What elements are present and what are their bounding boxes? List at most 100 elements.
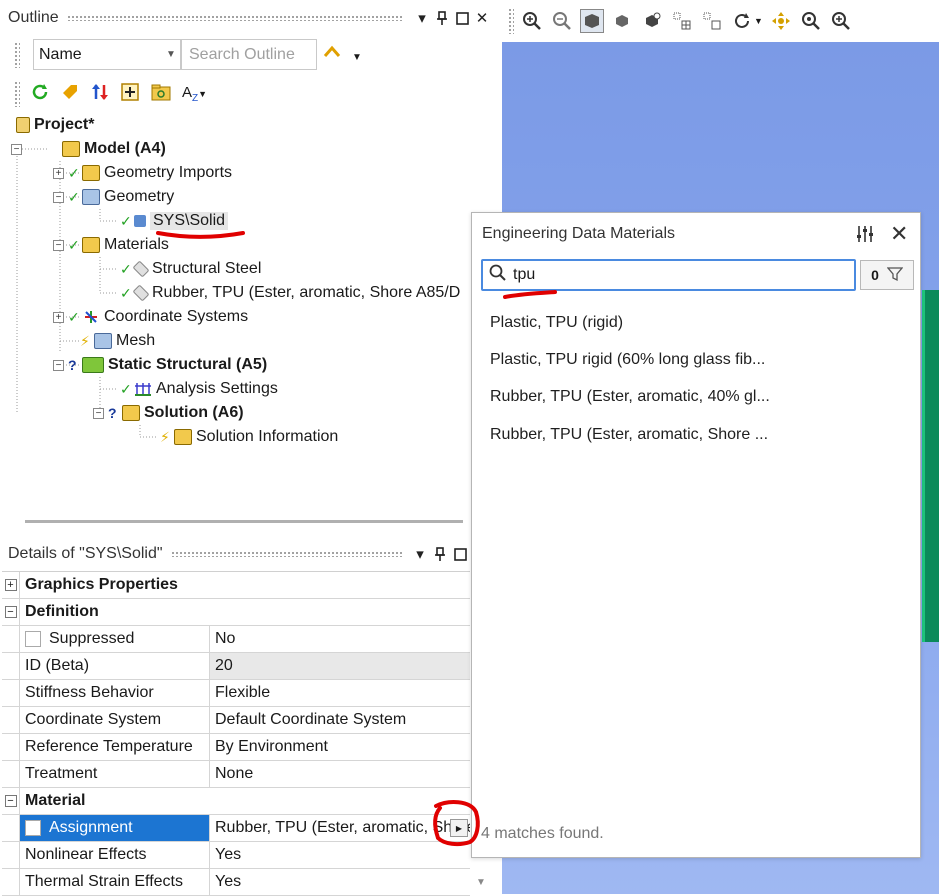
- tree-item-geometry[interactable]: − ✓ Geometry: [53, 185, 174, 209]
- detail-row-stiffness-behavior[interactable]: Stiffness Behavior Flexible: [2, 680, 470, 707]
- maximize-icon[interactable]: [452, 8, 472, 28]
- tree-item-project[interactable]: Project*: [14, 113, 94, 137]
- popup-title: Engineering Data Materials: [482, 225, 675, 242]
- collapse-toggle[interactable]: −: [2, 599, 20, 625]
- detail-value[interactable]: By Environment: [210, 734, 470, 760]
- expand-toggle[interactable]: +: [53, 167, 64, 179]
- wireframe-box-icon[interactable]: [580, 9, 604, 33]
- detail-key: Thermal Strain Effects: [20, 869, 210, 895]
- assignment-checkbox[interactable]: [25, 820, 41, 836]
- sort-icon[interactable]: [90, 82, 110, 106]
- detail-value[interactable]: No: [210, 626, 470, 652]
- detail-row-coordinate-system[interactable]: Coordinate System Default Coordinate Sys…: [2, 707, 470, 734]
- tree-item-model[interactable]: − Model (A4): [11, 137, 166, 161]
- material-search-field[interactable]: [481, 259, 856, 291]
- zoom-fit-icon[interactable]: [829, 9, 853, 33]
- detail-key: Coordinate System: [20, 707, 210, 733]
- section-definition[interactable]: − Definition: [2, 599, 470, 626]
- folder-tree-icon[interactable]: [150, 82, 172, 106]
- assignment-value-cell[interactable]: Rubber, TPU (Ester, aromatic, Shore ▶: [210, 815, 470, 841]
- tree-item-rubber-tpu[interactable]: ✓ Rubber, TPU (Ester, aromatic, Shore A8…: [120, 281, 460, 305]
- pin-icon[interactable]: [430, 544, 450, 564]
- collapse-toggle[interactable]: −: [53, 191, 64, 203]
- detail-row-thermal-strain-effects[interactable]: Thermal Strain Effects Yes: [2, 869, 470, 896]
- detail-value[interactable]: Default Coordinate System: [210, 707, 470, 733]
- material-result-item[interactable]: Rubber, TPU (Ester, aromatic, Shore ...: [490, 426, 768, 444]
- detail-value[interactable]: None: [210, 761, 470, 787]
- expand-toggle[interactable]: +: [2, 572, 20, 598]
- sort-alpha-icon[interactable]: AZ▼: [182, 84, 207, 104]
- scroll-down-arrow-icon[interactable]: ▼: [476, 877, 486, 888]
- select-box-icon[interactable]: [700, 9, 724, 33]
- tree-label: Static Structural (A5): [108, 356, 268, 373]
- rotate-icon[interactable]: [730, 9, 754, 33]
- solid-box-icon[interactable]: [610, 9, 634, 33]
- collapse-toggle[interactable]: −: [11, 143, 22, 155]
- expand-toggle[interactable]: +: [53, 311, 64, 323]
- maximize-icon[interactable]: [450, 544, 470, 564]
- tree-item-structural-steel[interactable]: ✓ Structural Steel: [120, 257, 261, 281]
- tree-item-solution-information[interactable]: ⚡ Solution Information: [160, 425, 338, 449]
- settings-sliders-icon[interactable]: [855, 224, 875, 248]
- model-geometry-body[interactable]: [922, 290, 939, 642]
- tree-label: Analysis Settings: [156, 380, 278, 397]
- search-up-icon[interactable]: [322, 42, 342, 66]
- filter-button[interactable]: 0: [860, 260, 914, 290]
- tree-item-sys-solid[interactable]: ✓ SYS\Solid: [120, 209, 229, 233]
- zoom-region-icon[interactable]: [799, 9, 823, 33]
- detail-row-suppressed[interactable]: Suppressed No: [2, 626, 470, 653]
- detail-value[interactable]: Yes: [210, 869, 470, 895]
- pin-icon[interactable]: [432, 8, 452, 28]
- horizontal-splitter[interactable]: [25, 520, 463, 523]
- search-options-dropdown-icon[interactable]: ▼: [352, 52, 362, 63]
- section-graphics-properties[interactable]: + Graphics Properties: [2, 572, 470, 599]
- suppressed-checkbox[interactable]: [25, 631, 41, 647]
- detail-row-assignment[interactable]: Assignment Rubber, TPU (Ester, aromatic,…: [2, 815, 470, 842]
- detail-row-treatment[interactable]: Treatment None: [2, 761, 470, 788]
- detail-row-nonlinear-effects[interactable]: Nonlinear Effects Yes: [2, 842, 470, 869]
- tree-item-static-structural[interactable]: − ? Static Structural (A5): [53, 353, 267, 377]
- pan-icon[interactable]: [769, 9, 793, 33]
- outline-panel: Outline ▾ ✕ Name ▼ ▼: [0, 0, 500, 535]
- tree-item-mesh[interactable]: ⚡ Mesh: [80, 329, 155, 353]
- section-material[interactable]: − Material: [2, 788, 470, 815]
- assignment-flyout-button[interactable]: ▶: [450, 819, 468, 837]
- collapse-toggle[interactable]: −: [53, 239, 64, 251]
- tag-icon[interactable]: [60, 82, 80, 106]
- detail-row-reference-temperature[interactable]: Reference Temperature By Environment: [2, 734, 470, 761]
- refresh-icon[interactable]: [30, 82, 50, 106]
- tree-item-analysis-settings[interactable]: ✓ Analysis Settings: [120, 377, 278, 401]
- tree-item-geometry-imports[interactable]: + ✓ Geometry Imports: [53, 161, 232, 185]
- detail-value[interactable]: Flexible: [210, 680, 470, 706]
- expand-all-icon[interactable]: [120, 82, 140, 106]
- outline-search-field[interactable]: [181, 39, 317, 70]
- rotate-dropdown-icon[interactable]: ▼: [754, 16, 763, 26]
- material-result-item[interactable]: Plastic, TPU (rigid): [490, 314, 623, 332]
- dropdown-arrow-icon[interactable]: ▾: [410, 544, 430, 564]
- outline-filter-select[interactable]: Name ▼: [33, 39, 181, 70]
- shaded-edges-icon[interactable]: [640, 9, 664, 33]
- zoom-out-icon[interactable]: [550, 9, 574, 33]
- select-grid-icon[interactable]: [670, 9, 694, 33]
- material-result-item[interactable]: Rubber, TPU (Ester, aromatic, 40% gl...: [490, 388, 770, 406]
- outline-drag-grip[interactable]: [66, 15, 404, 21]
- collapse-toggle[interactable]: −: [2, 788, 20, 814]
- dropdown-arrow-icon[interactable]: ▾: [412, 8, 432, 28]
- close-icon[interactable]: ✕: [890, 221, 908, 247]
- tree-label: Project*: [34, 116, 95, 133]
- details-title: Details of "SYS\Solid": [8, 545, 163, 562]
- tree-item-coordinate-systems[interactable]: + ✓ Coordinate Systems: [53, 305, 248, 329]
- tree-item-solution[interactable]: − ? Solution (A6): [93, 401, 244, 425]
- material-search-input[interactable]: [513, 261, 854, 289]
- model-icon: [62, 141, 80, 157]
- outline-search-input[interactable]: [182, 40, 316, 69]
- collapse-toggle[interactable]: −: [53, 359, 64, 371]
- material-result-item[interactable]: Plastic, TPU rigid (60% long glass fib..…: [490, 351, 765, 369]
- close-icon[interactable]: ✕: [472, 8, 492, 28]
- details-drag-grip[interactable]: [170, 551, 402, 557]
- collapse-toggle[interactable]: −: [93, 407, 104, 419]
- details-grid: + Graphics Properties − Definition Suppr…: [2, 571, 470, 896]
- detail-value[interactable]: Yes: [210, 842, 470, 868]
- tree-item-materials[interactable]: − ✓ Materials: [53, 233, 169, 257]
- zoom-in-icon[interactable]: [520, 9, 544, 33]
